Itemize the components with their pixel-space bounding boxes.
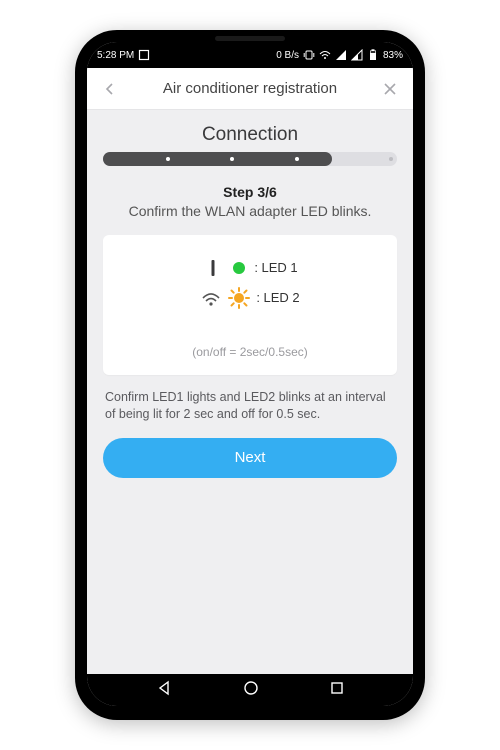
- led2-label: : LED 2: [256, 290, 299, 305]
- back-button[interactable]: [95, 68, 125, 109]
- notification-icon: [138, 49, 150, 61]
- chevron-left-icon: [103, 82, 117, 96]
- signal-icon: [335, 49, 347, 61]
- status-data-rate: 0 B/s: [276, 50, 299, 61]
- status-battery: 83%: [383, 50, 403, 61]
- progress-dot: [389, 157, 393, 161]
- led1-label: : LED 1: [254, 260, 297, 275]
- led-card: : LED 1: [103, 235, 397, 375]
- nav-back-icon: [156, 679, 174, 697]
- progress-dot: [295, 157, 299, 161]
- vibrate-icon: [303, 49, 315, 61]
- status-bar: 5:28 PM 0 B/s: [87, 42, 413, 68]
- phone-frame: 5:28 PM 0 B/s: [75, 30, 425, 720]
- next-button[interactable]: Next: [103, 438, 397, 478]
- instruction-text: Confirm LED1 lights and LED2 blinks at a…: [103, 389, 397, 424]
- nav-home-icon: [242, 679, 260, 697]
- led1-row: : LED 1: [202, 257, 297, 279]
- nav-home-button[interactable]: [242, 679, 260, 702]
- nav-back-button[interactable]: [156, 679, 174, 702]
- section-title: Connection: [103, 124, 397, 146]
- wifi-adapter-icon: [200, 287, 222, 309]
- close-button[interactable]: [375, 68, 405, 109]
- nav-recent-button[interactable]: [329, 680, 345, 701]
- adapter-top-icon: [202, 257, 224, 279]
- step-label: Step 3/6: [103, 184, 397, 200]
- nav-recent-icon: [329, 680, 345, 696]
- led2-row: : LED 2: [200, 287, 299, 309]
- signal-icon-2: [351, 49, 363, 61]
- content: Connection Step 3/6 Confirm the WLAN ada…: [87, 110, 413, 674]
- led1-solid-icon: [230, 259, 248, 277]
- close-icon: [383, 82, 397, 96]
- page-title: Air conditioner registration: [163, 80, 337, 97]
- timing-note: (on/off = 2sec/0.5sec): [111, 345, 389, 359]
- led2-blink-icon: [228, 287, 250, 309]
- battery-icon: [367, 49, 379, 61]
- progress-dot: [230, 157, 234, 161]
- progress-bar: [103, 152, 397, 166]
- status-time: 5:28 PM: [97, 50, 134, 61]
- screen: 5:28 PM 0 B/s: [87, 42, 413, 706]
- android-nav-bar: [87, 674, 413, 706]
- step-description: Confirm the WLAN adapter LED blinks.: [103, 202, 397, 221]
- wifi-icon: [319, 49, 331, 61]
- progress-dot: [166, 157, 170, 161]
- app-header: Air conditioner registration: [87, 68, 413, 110]
